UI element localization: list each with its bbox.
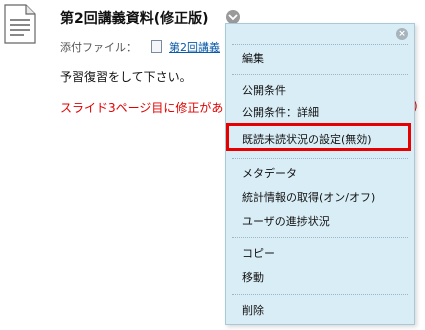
menu-item-availability-detail[interactable]: 公開条件：詳細 xyxy=(242,104,319,120)
item-options-button[interactable] xyxy=(226,10,240,24)
menu-item-edit[interactable]: 編集 xyxy=(242,50,264,66)
attachment-row: 添付ファイル： 第2回講義 xyxy=(60,39,220,55)
menu-separator xyxy=(232,44,408,45)
menu-item-statistics[interactable]: 統計情報の取得(オン/オフ) xyxy=(242,189,375,205)
menu-separator xyxy=(232,294,408,295)
file-icon xyxy=(150,40,162,53)
menu-separator xyxy=(232,158,408,159)
menu-item-user-progress[interactable]: ユーザの進捗状況 xyxy=(242,213,330,229)
menu-item-metadata[interactable]: メタデータ xyxy=(242,165,297,181)
menu-separator xyxy=(232,237,408,238)
item-notice: スライド3ページ目に修正があ xyxy=(60,101,224,115)
menu-item-copy[interactable]: コピー xyxy=(242,245,275,261)
highlight-box xyxy=(226,123,411,151)
menu-item-availability[interactable]: 公開条件 xyxy=(242,82,286,98)
attachment-file-link[interactable]: 第2回講義 xyxy=(169,41,220,54)
attachment-label: 添付ファイル： xyxy=(60,41,137,54)
close-icon[interactable]: × xyxy=(396,28,408,40)
chevron-down-icon xyxy=(228,14,238,21)
item-title: 第2回講義資料(修正版) xyxy=(60,11,209,27)
menu-item-delete[interactable]: 削除 xyxy=(242,302,264,318)
menu-separator xyxy=(232,74,408,75)
item-description: 予習復習をして下さい。 xyxy=(60,70,192,84)
menu-item-move[interactable]: 移動 xyxy=(242,269,264,285)
document-icon xyxy=(4,4,36,44)
